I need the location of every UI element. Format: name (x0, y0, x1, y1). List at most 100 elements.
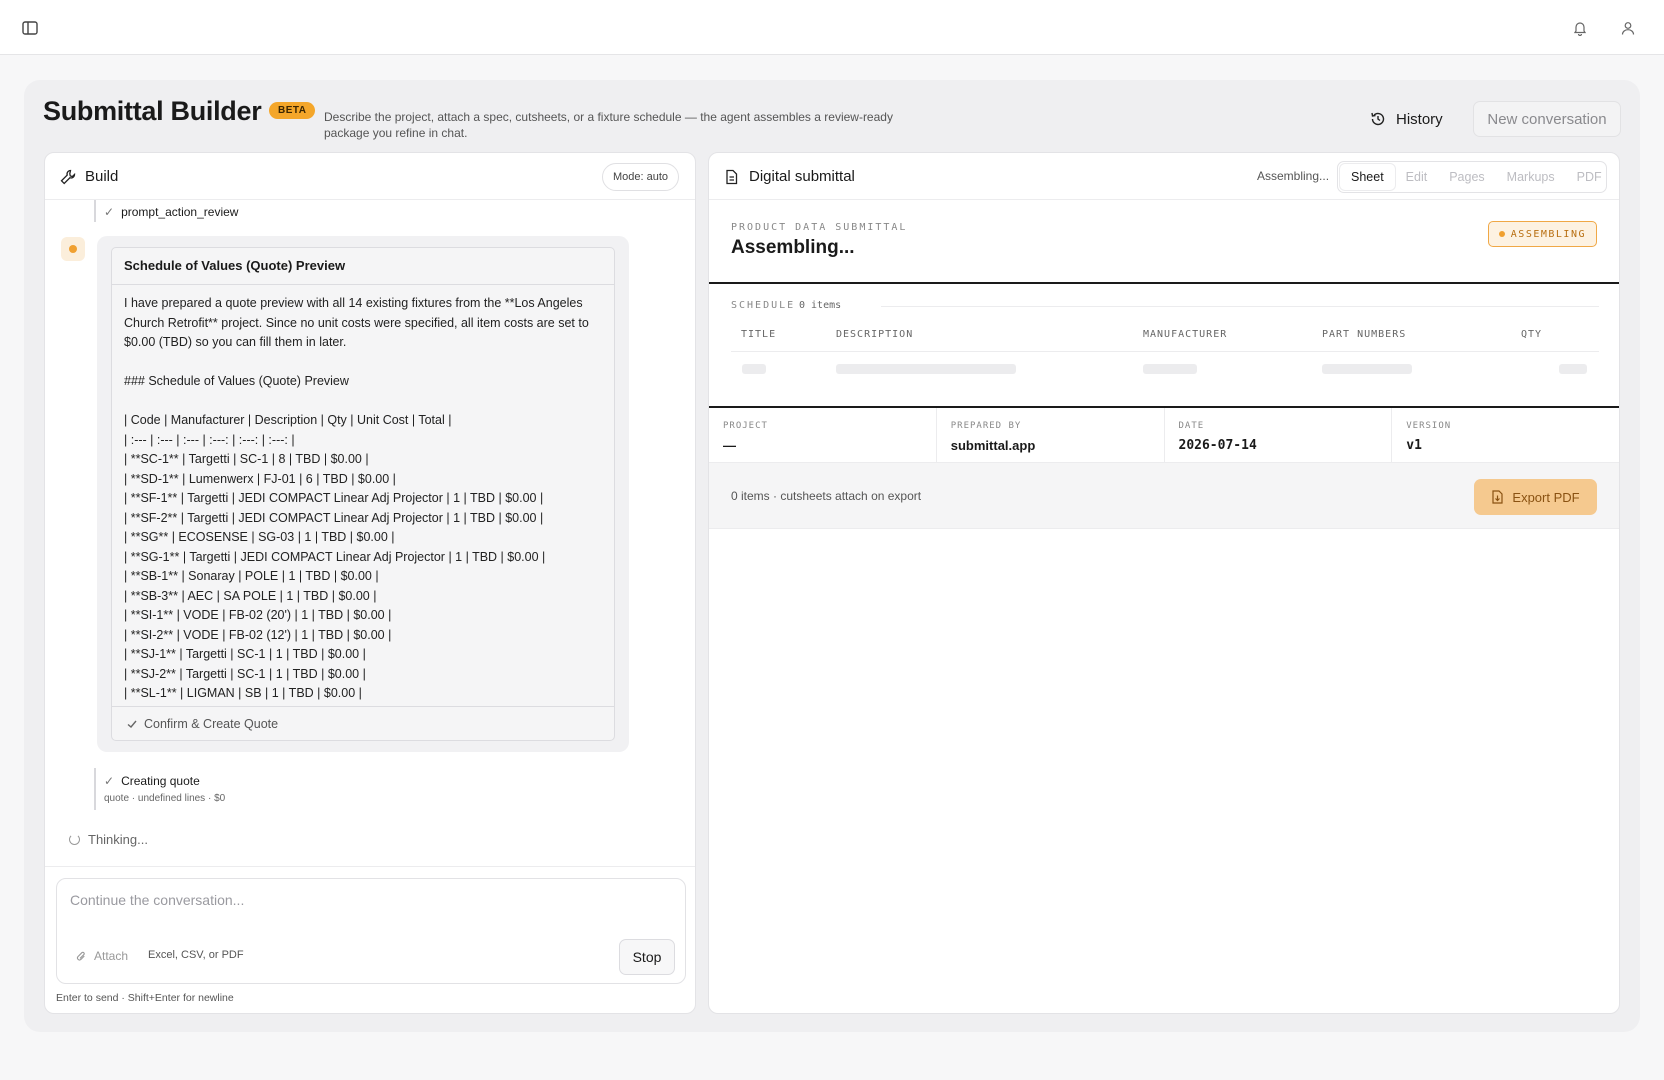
schedule-count: 0 items (799, 300, 842, 311)
attach-button[interactable]: Attach (75, 949, 128, 963)
tool-call-review: ✓ prompt_action_review (94, 200, 238, 222)
col-description: DESCRIPTION (836, 329, 914, 340)
export-label: Export PDF (1512, 489, 1580, 505)
chat-area[interactable]: ✓ prompt_action_review Schedule of Values… (45, 200, 695, 866)
sheet-rule (709, 282, 1619, 284)
spinner-icon (69, 834, 80, 845)
stop-button[interactable]: Stop (619, 939, 675, 975)
meta-prepared-by: PREPARED BY submittal.app (937, 408, 1165, 462)
message-line: | **SJ-2** | Targetti | SC-1 | 1 | TBD |… (124, 666, 366, 681)
message-line: | **SF-2** | Targetti | JEDI COMPACT Lin… (124, 510, 544, 525)
assembling-status: Assembling... (1257, 169, 1330, 183)
agent-avatar (61, 237, 85, 261)
tab-sheet[interactable]: Sheet (1340, 164, 1395, 190)
meta-value: 2026-07-14 (1178, 438, 1257, 453)
bell-icon[interactable] (1568, 16, 1592, 40)
composer: Attach Excel, CSV, or PDF Stop (56, 878, 686, 984)
new-conversation-button[interactable]: New conversation (1473, 101, 1621, 137)
mode-pill[interactable]: Mode: auto (601, 163, 679, 191)
skeleton-cell (1559, 364, 1587, 374)
thinking-indicator: Thinking... (69, 832, 148, 847)
tab-edit[interactable]: Edit (1395, 164, 1439, 190)
build-panel: Build Mode: auto ✓ prompt_action_review S… (44, 152, 696, 1014)
submittal-panel: Digital submittal Assembling... Sheet Ed… (708, 152, 1620, 1014)
wrench-icon (60, 169, 76, 185)
schedule-divider (881, 306, 1599, 307)
col-qty: QTY (1521, 329, 1543, 340)
submittal-header: Digital submittal Assembling... Sheet Ed… (709, 153, 1619, 200)
message-line: | **SB-3** | AEC | SA POLE | 1 | TBD | $… (124, 588, 377, 603)
tool-call-sub: quote · undefined lines · $0 (104, 793, 226, 804)
col-title: TITLE (741, 329, 777, 340)
message-line: | **SC-1** | Targetti | SC-1 | 8 | TBD |… (124, 452, 369, 466)
meta-row: PROJECT — PREPARED BY submittal.app DATE… (709, 408, 1619, 463)
message-line: | :--- | :--- | :--- | :---: | :---: | :… (124, 432, 295, 447)
confirm-create-quote-button[interactable]: Confirm & Create Quote (112, 706, 614, 740)
card-title: Schedule of Values (Quote) Preview (112, 248, 614, 285)
meta-date: DATE 2026-07-14 (1165, 408, 1393, 462)
composer-hint: Enter to send · Shift+Enter for newline (56, 992, 234, 1004)
message-line: | **SG** | ECOSENSE | SG-03 | 1 | TBD | … (124, 530, 395, 544)
view-tabs: Sheet Edit Pages Markups PDF (1337, 161, 1607, 193)
check-icon (127, 720, 137, 728)
message-line (124, 353, 608, 373)
assembling-badge: ASSEMBLING (1487, 221, 1597, 247)
page-subtitle: Describe the project, attach a spec, cut… (324, 110, 893, 140)
skeleton-cell (742, 364, 766, 374)
sheet-kicker: PRODUCT DATA SUBMITTAL (731, 222, 908, 233)
message-line (124, 392, 608, 412)
page-title: Submittal Builder (43, 96, 262, 126)
thinking-label: Thinking... (88, 832, 148, 847)
paperclip-icon (76, 951, 85, 960)
tool-call-creating-quote: ✓ Creating quote quote · undefined lines … (94, 768, 225, 810)
sidebar-toggle-icon[interactable] (18, 16, 42, 40)
message-line: | **SD-1** | Lumenwerx | FJ-01 | 6 | TBD… (124, 471, 396, 486)
meta-value: submittal.app (950, 438, 1036, 453)
message-line: | **SJ-1** | Targetti | SC-1 | 1 | TBD |… (124, 647, 366, 661)
tab-pages[interactable]: Pages (1438, 164, 1495, 190)
message-line: | Code | Manufacturer | Description | Qt… (124, 413, 452, 427)
meta-label: PREPARED BY (950, 421, 1022, 431)
tool-call-label: Creating quote (121, 774, 200, 788)
build-title: Build (85, 168, 119, 185)
col-part-numbers: PART NUMBERS (1322, 329, 1407, 340)
attach-hint: Excel, CSV, or PDF (148, 949, 244, 961)
meta-value: v1 (1406, 438, 1422, 453)
agent-dot-icon (69, 245, 77, 253)
composer-divider (45, 866, 695, 867)
file-download-icon (1492, 490, 1504, 504)
meta-label: DATE (1178, 421, 1205, 431)
quote-preview-card: Schedule of Values (Quote) Preview I hav… (111, 247, 615, 741)
message-line: I have prepared a quote preview with all… (124, 296, 589, 349)
confirm-label: Confirm & Create Quote (144, 716, 279, 731)
assembling-badge-label: ASSEMBLING (1510, 228, 1586, 240)
user-icon[interactable] (1616, 16, 1640, 40)
message-line: | **SG-1** | Targetti | JEDI COMPACT Lin… (124, 549, 546, 564)
history-button[interactable]: History (1370, 104, 1443, 134)
schedule-label: SCHEDULE (731, 300, 796, 311)
meta-project: PROJECT — (709, 408, 937, 462)
skeleton-cell (1322, 364, 1412, 374)
message-line: | **SF-1** | Targetti | JEDI COMPACT Lin… (124, 491, 544, 505)
check-icon: ✓ (104, 205, 115, 219)
history-label: History (1396, 110, 1443, 128)
message-body: I have prepared a quote preview with all… (124, 294, 608, 702)
history-icon (1371, 112, 1385, 126)
message-input[interactable] (70, 892, 570, 908)
meta-label: VERSION (1406, 421, 1452, 431)
message-line: | **SB-1** | Sonaray | POLE | 1 | TBD | … (124, 569, 379, 583)
col-manufacturer: MANUFACTURER (1143, 329, 1228, 340)
meta-value: — (723, 438, 736, 453)
skeleton-cell (836, 364, 1016, 374)
export-summary: 0 items · cutsheets attach on export (731, 489, 922, 503)
message-line: ### Schedule of Values (Quote) Preview (124, 374, 349, 388)
export-pdf-button[interactable]: Export PDF (1474, 479, 1597, 515)
skeleton-cell (1143, 364, 1197, 374)
tab-markups[interactable]: Markups (1496, 164, 1566, 190)
meta-label: PROJECT (723, 421, 768, 431)
agent-message: Schedule of Values (Quote) Preview I hav… (97, 236, 629, 752)
sheet-title: Assembling... (731, 237, 855, 258)
build-header: Build Mode: auto (45, 153, 695, 200)
tab-pdf[interactable]: PDF (1566, 164, 1613, 190)
message-line: | **SI-2** | VODE | FB-02 (12') | 1 | TB… (124, 627, 392, 642)
